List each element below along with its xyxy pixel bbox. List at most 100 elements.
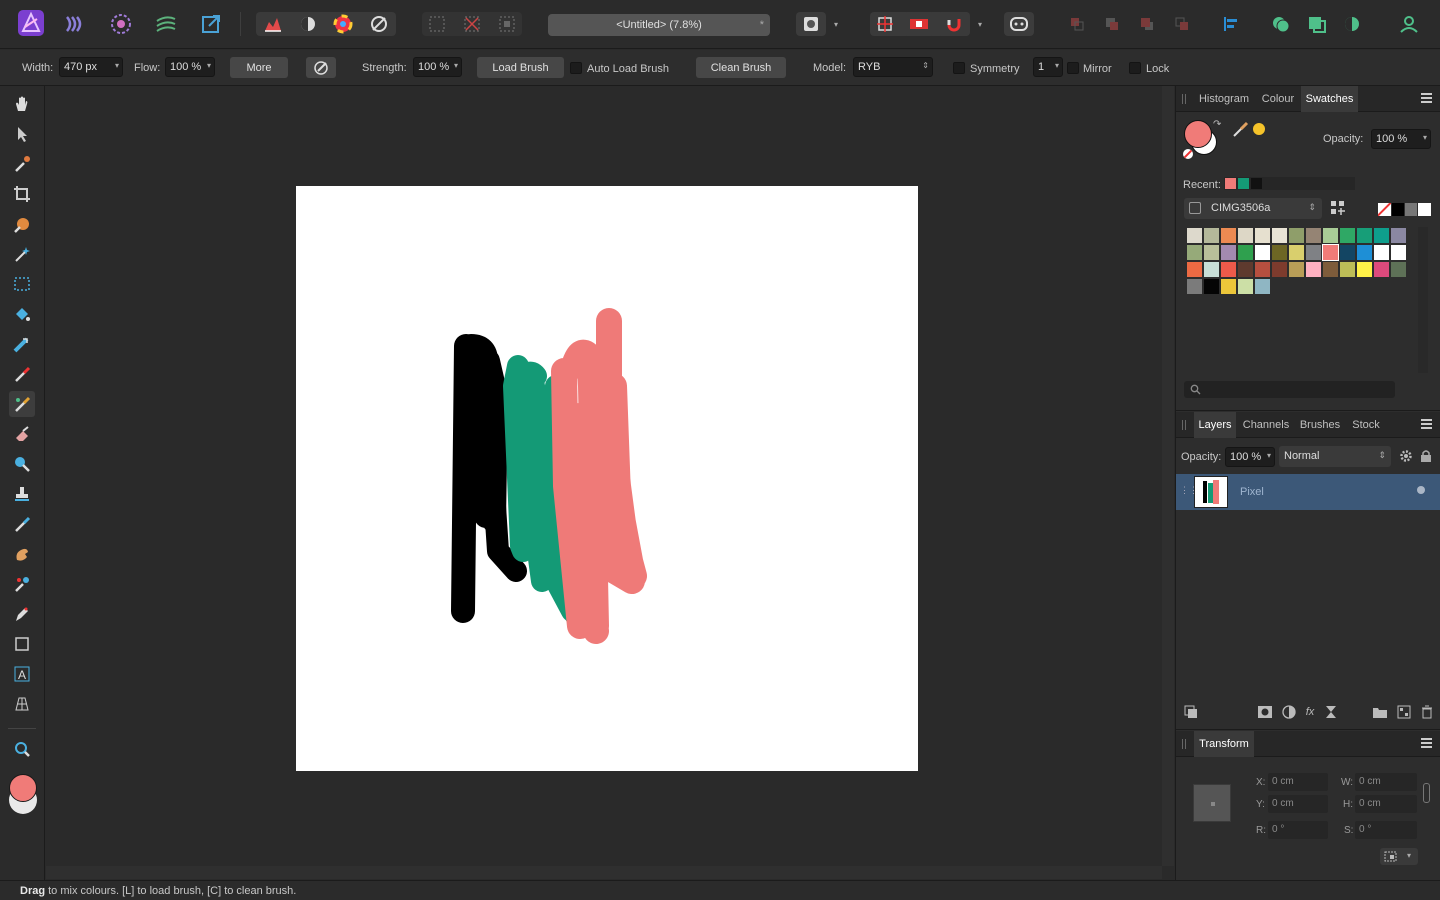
- recent-swatch[interactable]: [1251, 178, 1262, 189]
- auto-load-brush-checkbox[interactable]: [570, 62, 582, 74]
- add-mask-icon[interactable]: [1257, 705, 1273, 719]
- swatch[interactable]: [1187, 279, 1202, 294]
- swatches-primary-colour[interactable]: [1184, 120, 1212, 148]
- r-field[interactable]: 0 °: [1268, 821, 1328, 839]
- swatch[interactable]: [1306, 262, 1321, 277]
- tab-histogram[interactable]: Histogram: [1194, 86, 1254, 112]
- auto-white-balance-icon[interactable]: [364, 10, 394, 38]
- swatch[interactable]: [1238, 262, 1253, 277]
- tab-brushes[interactable]: Brushes: [1296, 412, 1344, 438]
- arrange-back-icon[interactable]: [1062, 10, 1092, 38]
- transform-origin-button[interactable]: ▾: [1380, 848, 1418, 865]
- model-stepper-icon[interactable]: ⇕: [922, 61, 929, 70]
- swatch[interactable]: [1357, 228, 1372, 243]
- y-field[interactable]: 0 cm: [1268, 795, 1328, 813]
- swatch[interactable]: [1204, 228, 1219, 243]
- layer-row[interactable]: ⋮⋮ Pixel: [1176, 474, 1440, 510]
- quick-mask-button[interactable]: [796, 12, 826, 36]
- strength-field[interactable]: 100 % ▾: [413, 57, 462, 77]
- symmetry-count-field[interactable]: 1 ▾: [1033, 57, 1063, 77]
- transform-panel-menu-icon[interactable]: [1421, 738, 1432, 748]
- swatch[interactable]: [1323, 228, 1338, 243]
- w-field[interactable]: 0 cm: [1355, 773, 1417, 791]
- swatches-colour-well[interactable]: ↷: [1183, 119, 1223, 161]
- model-select[interactable]: RYB ⇕: [853, 57, 933, 77]
- horizontal-scrollbar[interactable]: [46, 866, 1162, 879]
- picked-colour-swatch[interactable]: [1253, 123, 1265, 135]
- arrange-backward-icon[interactable]: [1097, 10, 1127, 38]
- clean-brush-button[interactable]: Clean Brush: [696, 57, 786, 78]
- colour-picker-icon[interactable]: [9, 151, 35, 177]
- boolean-subtract-icon[interactable]: [1302, 10, 1332, 38]
- text-tool-icon[interactable]: A: [9, 661, 35, 687]
- swatch[interactable]: [1391, 228, 1406, 243]
- auto-colour-icon[interactable]: [328, 10, 358, 38]
- swatches-opacity-dropdown-icon[interactable]: ▾: [1423, 133, 1427, 142]
- layer-lock-icon[interactable]: [1420, 449, 1432, 463]
- arrange-forward-icon[interactable]: [1132, 10, 1162, 38]
- brush-mode-button[interactable]: [306, 57, 336, 78]
- boolean-intersect-icon[interactable]: [1337, 10, 1367, 38]
- swatch[interactable]: [1272, 262, 1287, 277]
- selection-brush-icon[interactable]: [9, 211, 35, 237]
- tone-mapping-persona-icon[interactable]: [151, 10, 181, 38]
- vertical-scrollbar[interactable]: [1162, 86, 1174, 866]
- crop-tool-icon[interactable]: [9, 181, 35, 207]
- swatch[interactable]: [1357, 245, 1372, 260]
- width-dropdown-icon[interactable]: ▾: [115, 61, 119, 70]
- swatch[interactable]: [1289, 262, 1304, 277]
- swatch[interactable]: [1255, 245, 1270, 260]
- s-field[interactable]: 0 °: [1355, 821, 1417, 839]
- recent-swatch[interactable]: [1238, 178, 1249, 189]
- blemish-brush-icon[interactable]: [9, 511, 35, 537]
- symmetry-checkbox[interactable]: [953, 62, 965, 74]
- swatch[interactable]: [1306, 228, 1321, 243]
- add-fx-icon[interactable]: fx: [1302, 705, 1318, 719]
- invert-selection-icon[interactable]: [492, 10, 522, 38]
- tab-swatches[interactable]: Swatches: [1301, 86, 1358, 112]
- zoom-tool-magnifier-icon[interactable]: [9, 736, 35, 762]
- more-button[interactable]: More: [230, 57, 288, 78]
- swatches-panel-menu-icon[interactable]: [1421, 93, 1432, 103]
- layer-blend-options-icon[interactable]: [1183, 705, 1199, 719]
- swatch[interactable]: [1374, 262, 1389, 277]
- swatch[interactable]: [1322, 244, 1339, 261]
- add-group-folder-icon[interactable]: [1372, 705, 1388, 719]
- anchor-point-selector[interactable]: [1193, 784, 1231, 822]
- swatch[interactable]: [1289, 245, 1304, 260]
- smudge-finger-icon[interactable]: [9, 541, 35, 567]
- alignment-icon[interactable]: [1216, 10, 1246, 38]
- aspect-lock-icon[interactable]: [1423, 783, 1430, 803]
- swatch[interactable]: [1391, 245, 1406, 260]
- swatch[interactable]: [1391, 262, 1406, 277]
- swatch[interactable]: [1272, 228, 1287, 243]
- flow-field[interactable]: 100 % ▾: [165, 57, 215, 77]
- recent-swatch[interactable]: [1225, 178, 1236, 189]
- swatch[interactable]: [1221, 279, 1236, 294]
- h-field[interactable]: 0 cm: [1355, 795, 1417, 813]
- mask-toggle-button[interactable]: [904, 12, 934, 36]
- none-swatch[interactable]: [1378, 203, 1391, 216]
- swatch[interactable]: [1238, 279, 1253, 294]
- boolean-add-icon[interactable]: [1266, 10, 1296, 38]
- dodge-burn-icon[interactable]: [9, 451, 35, 477]
- width-field[interactable]: 470 px ▾: [59, 57, 123, 77]
- tab-channels[interactable]: Channels: [1240, 412, 1292, 438]
- swatches-scrollbar[interactable]: [1418, 227, 1428, 373]
- swatch[interactable]: [1357, 262, 1372, 277]
- snapping-button[interactable]: [938, 12, 970, 36]
- swatch[interactable]: [1255, 262, 1270, 277]
- flood-select-wand-icon[interactable]: [9, 241, 35, 267]
- swatches-opacity-field[interactable]: 100 % ▾: [1371, 129, 1431, 149]
- red-eye-brush-icon[interactable]: [9, 571, 35, 597]
- swatch[interactable]: [1374, 245, 1389, 260]
- blend-mode-select[interactable]: Normal ⇕: [1279, 446, 1391, 467]
- swatch[interactable]: [1323, 262, 1338, 277]
- quick-mask-dropdown-icon[interactable]: ▾: [828, 10, 844, 38]
- swatch[interactable]: [1255, 228, 1270, 243]
- paint-brush-icon[interactable]: [9, 361, 35, 387]
- layer-settings-gear-icon[interactable]: [1399, 449, 1413, 463]
- move-tool-arrow-icon[interactable]: [9, 121, 35, 147]
- layer-opacity-field[interactable]: 100 % ▾: [1225, 447, 1275, 467]
- grey-swatch[interactable]: [1405, 203, 1417, 216]
